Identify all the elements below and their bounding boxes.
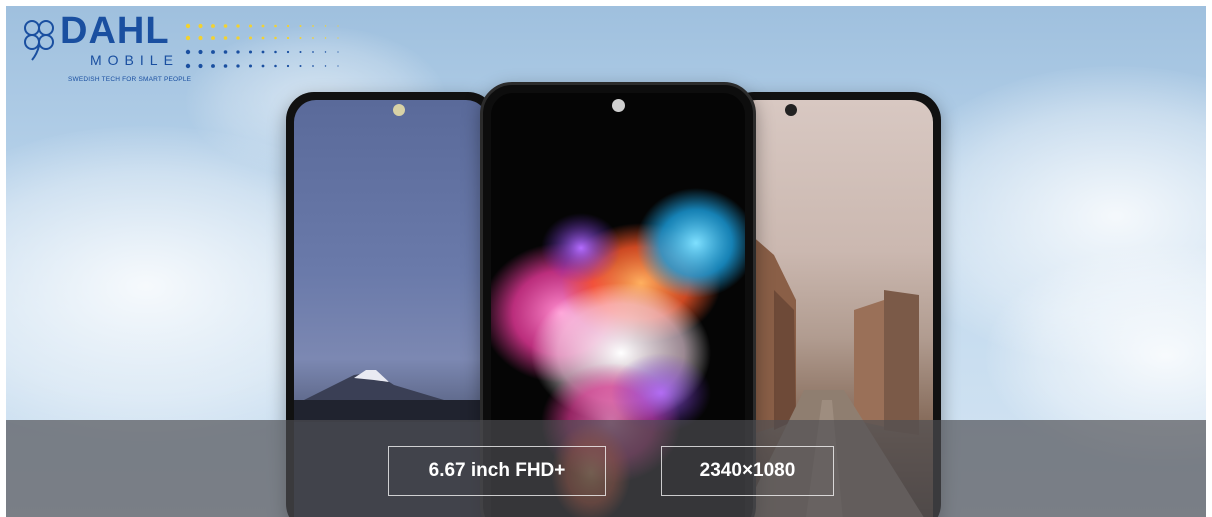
- logo-sub-text: MOBILE: [90, 52, 179, 68]
- logo-dot: [185, 49, 191, 55]
- logo-dot: [324, 25, 327, 27]
- logo-dot: [337, 51, 339, 53]
- brand-logo[interactable]: DAHL MOBILE SWEDISH TECH FOR SMART PEOPL…: [20, 10, 350, 86]
- logo-dot: [324, 37, 327, 39]
- logo-dot: [299, 65, 302, 67]
- front-camera-icon: [612, 99, 625, 112]
- logo-dot: [261, 36, 265, 40]
- logo-dot: [236, 50, 240, 54]
- logo-dot: [286, 36, 290, 40]
- logo-dot: [274, 64, 277, 68]
- logo-dot: [248, 64, 253, 68]
- logo-dot: [312, 65, 314, 67]
- logo-dot: [274, 24, 277, 28]
- logo-dot: [299, 51, 302, 53]
- logo-dot: [274, 36, 277, 40]
- logo-dot: [198, 35, 203, 41]
- logo-dot: [312, 37, 314, 39]
- logo-dot: [261, 64, 265, 68]
- logo-dot: [299, 37, 302, 39]
- front-camera-icon: [784, 104, 797, 116]
- dot-pattern-decoration: [185, 23, 339, 69]
- logo-dot: [211, 64, 215, 68]
- spec-resolution: 2340×1080: [661, 446, 834, 496]
- logo-dot: [261, 50, 265, 54]
- logo-dot: [198, 49, 203, 55]
- logo-dot: [223, 24, 228, 28]
- logo-dot: [236, 64, 240, 68]
- spec-display-size: 6.67 inch FHD+: [388, 446, 606, 496]
- logo-dot: [185, 63, 191, 69]
- logo-dot: [185, 23, 191, 29]
- logo-dot: [286, 24, 290, 28]
- clover-icon: [24, 20, 54, 61]
- logo-brand-text: DAHL: [60, 10, 170, 52]
- logo-dot: [211, 50, 215, 54]
- logo-dot: [337, 65, 339, 67]
- logo-dot: [324, 51, 327, 53]
- logo-dot: [198, 63, 203, 69]
- logo-dot: [337, 37, 339, 39]
- logo-dot: [248, 50, 253, 54]
- logo-dot: [337, 25, 339, 27]
- logo-dot: [223, 50, 228, 54]
- logo-dot: [312, 51, 314, 53]
- logo-tagline: SWEDISH TECH FOR SMART PEOPLE: [68, 76, 192, 83]
- logo-dot: [198, 23, 203, 29]
- logo-dot: [236, 36, 240, 40]
- logo-dot: [274, 50, 277, 54]
- logo-dot: [299, 25, 302, 27]
- logo-dot: [261, 24, 265, 28]
- logo-dot: [223, 64, 228, 68]
- logo-dot: [211, 24, 215, 28]
- hero-banner: DAHL MOBILE SWEDISH TECH FOR SMART PEOPL…: [6, 6, 1206, 517]
- logo-dot: [185, 35, 191, 41]
- logo-dot: [236, 24, 240, 28]
- logo-dot: [324, 65, 327, 67]
- spec-band: [6, 420, 1206, 517]
- logo-dot: [223, 36, 228, 40]
- logo-dot: [286, 50, 290, 54]
- logo-dot: [211, 36, 215, 40]
- logo-dot: [286, 64, 290, 68]
- logo-dot: [248, 36, 253, 40]
- logo-dot: [248, 24, 253, 28]
- logo-dot: [312, 25, 314, 27]
